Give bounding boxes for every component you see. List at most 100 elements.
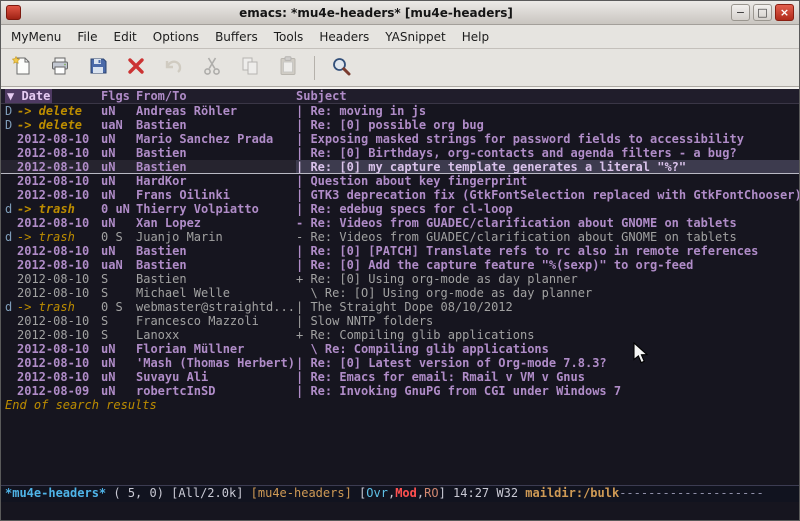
row-mark xyxy=(5,160,17,173)
message-row[interactable]: 2012-08-10SFrancesco Mazzoli| Slow NNTP … xyxy=(1,314,799,328)
message-row[interactable]: 2012-08-10uNHardKor| Question about key … xyxy=(1,174,799,188)
message-row[interactable]: d-> trash0 uNThierry Volpiatto| Re: edeb… xyxy=(1,202,799,216)
row-from: 'Mash (Thomas Herbert) xyxy=(136,356,296,370)
message-row[interactable]: d-> trash0 SJuanjo Marin- Re: Videos fro… xyxy=(1,230,799,244)
row-flags: uN xyxy=(101,216,136,230)
search-icon xyxy=(330,55,352,81)
close-button[interactable]: × xyxy=(775,4,794,21)
message-row[interactable]: 2012-08-10uNMario Sanchez Prada| Exposin… xyxy=(1,132,799,146)
copy-button xyxy=(235,53,265,83)
row-from: Bastien xyxy=(136,272,296,286)
row-date: 2012-08-10 xyxy=(17,146,101,160)
message-row[interactable]: 2012-08-10uNBastien| Re: [0] my capture … xyxy=(1,160,799,174)
sort-indicator-date: ▼ Date xyxy=(5,89,52,103)
row-date: 2012-08-10 xyxy=(17,342,101,356)
message-row[interactable]: 2012-08-10uaNBastien| Re: [0] Add the ca… xyxy=(1,258,799,272)
row-mark xyxy=(5,384,17,398)
row-date: -> trash xyxy=(17,202,101,216)
row-date: 2012-08-10 xyxy=(17,244,101,258)
undo-button xyxy=(159,53,189,83)
message-row[interactable]: d-> trash0 Swebmaster@straightd...| The … xyxy=(1,300,799,314)
menu-item-file[interactable]: File xyxy=(69,26,105,48)
modeline-segment-plain: ] xyxy=(439,486,453,500)
paste-button xyxy=(273,53,303,83)
row-from: Francesco Mazzoli xyxy=(136,314,296,328)
row-from: Frans Oilinki xyxy=(136,188,296,202)
menu-item-help[interactable]: Help xyxy=(454,26,497,48)
row-date: -> delete xyxy=(17,104,101,118)
emacs-window: emacs: *mu4e-headers* [mu4e-headers] − □… xyxy=(0,0,800,521)
row-mark: d xyxy=(5,300,17,314)
row-flags: uN xyxy=(101,188,136,202)
column-header-flags[interactable]: Flgs xyxy=(101,89,136,103)
menu-item-mymenu[interactable]: MyMenu xyxy=(3,26,69,48)
row-flags: uaN xyxy=(101,118,136,132)
maximize-button[interactable]: □ xyxy=(753,4,772,21)
message-row[interactable]: 2012-08-10uNBastien| Re: [0] [PATCH] Tra… xyxy=(1,244,799,258)
row-subject: | Question about key fingerprint xyxy=(296,174,799,188)
row-date: 2012-08-10 xyxy=(17,370,101,384)
print-button[interactable] xyxy=(45,53,75,83)
save-button[interactable] xyxy=(83,53,113,83)
row-subject: | Re: [0] Latest version of Org-mode 7.8… xyxy=(296,356,799,370)
row-subject: | Re: [0] Birthdays, org-contacts and ag… xyxy=(296,146,799,160)
save-icon xyxy=(87,55,109,81)
row-subject: | Exposing masked strings for password f… xyxy=(296,132,799,146)
delete-icon xyxy=(125,55,147,81)
row-date: 2012-08-10 xyxy=(17,174,101,188)
row-mark: d xyxy=(5,202,17,216)
message-row[interactable]: 2012-08-09uNrobertcInSD| Re: Invoking Gn… xyxy=(1,384,799,398)
delete-button[interactable] xyxy=(121,53,151,83)
row-from: webmaster@straightd... xyxy=(136,300,296,314)
message-row[interactable]: 2012-08-10SBastien+ Re: [0] Using org-mo… xyxy=(1,272,799,286)
row-mark: D xyxy=(5,118,17,132)
menu-item-headers[interactable]: Headers xyxy=(311,26,377,48)
message-row[interactable]: D-> deleteuaNBastien| Re: [0] possible o… xyxy=(1,118,799,132)
row-subject: | Re: [0] my capture template generates … xyxy=(296,160,799,173)
modeline-segment-plain: [ xyxy=(352,486,366,500)
row-from: Suvayu Ali xyxy=(136,370,296,384)
message-row[interactable]: 2012-08-10uNSuvayu Ali| Re: Emacs for em… xyxy=(1,370,799,384)
row-from: Lanoxx xyxy=(136,328,296,342)
menu-item-buffers[interactable]: Buffers xyxy=(207,26,266,48)
row-flags: uN xyxy=(101,160,136,173)
menu-item-tools[interactable]: Tools xyxy=(266,26,312,48)
row-mark xyxy=(5,356,17,370)
minimize-button[interactable]: − xyxy=(731,4,750,21)
echo-area[interactable] xyxy=(1,502,799,520)
message-row[interactable]: 2012-08-10uNFlorian Müllner \ Re: Compil… xyxy=(1,342,799,356)
row-from: robertcInSD xyxy=(136,384,296,398)
modeline-segment-dashes: -------------------- xyxy=(619,486,764,500)
row-mark xyxy=(5,314,17,328)
message-row[interactable]: 2012-08-10uN'Mash (Thomas Herbert)| Re: … xyxy=(1,356,799,370)
message-row[interactable]: 2012-08-10uNFrans Oilinki| GTK3 deprecat… xyxy=(1,188,799,202)
row-flags: S xyxy=(101,328,136,342)
new-file-button[interactable] xyxy=(7,53,37,83)
message-row[interactable]: 2012-08-10SLanoxx+ Re: Compiling glib ap… xyxy=(1,328,799,342)
menu-item-edit[interactable]: Edit xyxy=(106,26,145,48)
row-subject: | Re: Emacs for email: Rmail v VM v Gnus xyxy=(296,370,799,384)
menu-item-yasnippet[interactable]: YASnippet xyxy=(377,26,454,48)
row-subject: | Re: [0] Add the capture feature "%(sex… xyxy=(296,258,799,272)
copy-icon xyxy=(239,55,261,81)
message-row[interactable]: 2012-08-10uNXan Lopez- Re: Videos from G… xyxy=(1,216,799,230)
window-menu-icon[interactable] xyxy=(6,5,21,20)
row-from: Mario Sanchez Prada xyxy=(136,132,296,146)
row-date: 2012-08-09 xyxy=(17,384,101,398)
search-button[interactable] xyxy=(326,53,356,83)
row-from: Andreas Röhler xyxy=(136,104,296,118)
row-date: -> trash xyxy=(17,300,101,314)
row-date: 2012-08-10 xyxy=(17,286,101,300)
message-row[interactable]: 2012-08-10uNBastien| Re: [0] Birthdays, … xyxy=(1,146,799,160)
column-header-date[interactable]: ▼ Date xyxy=(5,89,101,103)
menu-item-options[interactable]: Options xyxy=(145,26,207,48)
window-title: emacs: *mu4e-headers* [mu4e-headers] xyxy=(21,6,731,20)
row-from: Michael Welle xyxy=(136,286,296,300)
modeline-segment-path: maildir:/bulk xyxy=(525,486,619,500)
column-header-from[interactable]: From/To xyxy=(136,89,296,103)
print-icon xyxy=(49,55,71,81)
message-row[interactable]: D-> deleteuNAndreas Röhler| Re: moving i… xyxy=(1,104,799,118)
column-header-subject[interactable]: Subject xyxy=(296,89,799,103)
message-row[interactable]: 2012-08-10SMichael Welle \ Re: [O] Using… xyxy=(1,286,799,300)
row-mark xyxy=(5,132,17,146)
